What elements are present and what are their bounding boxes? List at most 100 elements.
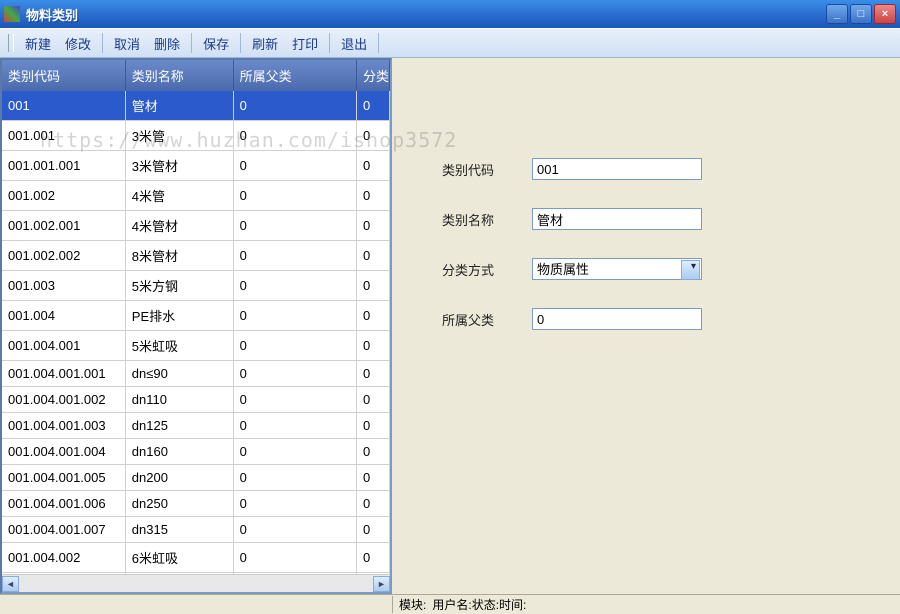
cell-cls: 0 (356, 91, 389, 121)
close-button[interactable]: × (874, 4, 896, 24)
cell-cls: 0 (356, 387, 389, 413)
cell-cls: 0 (356, 331, 389, 361)
table-scroll[interactable]: 类别代码 类别名称 所属父类 分类 001管材00001.0013米管00001… (2, 60, 390, 574)
titlebar: 物料类别 _ □ × (0, 0, 900, 28)
minimize-button[interactable]: _ (826, 4, 848, 24)
cell-code: 001.004.001.007 (2, 517, 125, 543)
cell-cls: 0 (356, 181, 389, 211)
cell-cls: 0 (356, 491, 389, 517)
cell-name: dn≤90 (125, 361, 233, 387)
cell-name: dn315 (125, 517, 233, 543)
maximize-button[interactable]: □ (850, 4, 872, 24)
refresh-button[interactable]: 刷新 (245, 30, 285, 57)
cell-parent: 0 (233, 181, 356, 211)
table-row[interactable]: 001.004.0026米虹吸00 (2, 543, 390, 573)
cell-cls: 0 (356, 151, 389, 181)
scroll-right-icon[interactable]: ► (373, 576, 390, 592)
header-code[interactable]: 类别代码 (2, 60, 125, 91)
print-button[interactable]: 打印 (285, 30, 325, 57)
name-label: 类别名称 (442, 210, 532, 229)
cell-parent: 0 (233, 331, 356, 361)
table-row[interactable]: 001.004.001.007dn31500 (2, 517, 390, 543)
cell-parent: 0 (233, 91, 356, 121)
cell-name: 4米管 (125, 181, 233, 211)
cell-cls: 0 (356, 361, 389, 387)
toolbar-grip (8, 34, 14, 52)
table-row[interactable]: 001.0024米管00 (2, 181, 390, 211)
cell-name: 管材 (125, 91, 233, 121)
cell-parent: 0 (233, 271, 356, 301)
table-row[interactable]: 001.002.0014米管材00 (2, 211, 390, 241)
cell-parent: 0 (233, 241, 356, 271)
cell-code: 001.004 (2, 301, 125, 331)
form-row-method: 分类方式 物质属性 (442, 258, 850, 280)
toolbar-separator (240, 33, 241, 53)
cell-code: 001.002.001 (2, 211, 125, 241)
status-state: 状态: (472, 596, 499, 613)
cell-parent: 0 (233, 413, 356, 439)
header-cls[interactable]: 分类 (356, 60, 389, 91)
cell-name: dn125 (125, 413, 233, 439)
table-row[interactable]: 001.004.001.006dn25000 (2, 491, 390, 517)
cell-name: dn160 (125, 439, 233, 465)
toolbar: 新建 修改 取消 删除 保存 刷新 打印 退出 (0, 28, 900, 58)
table-row[interactable]: 001.0035米方钢00 (2, 271, 390, 301)
table-row[interactable]: 001.004.001.003dn12500 (2, 413, 390, 439)
table-row[interactable]: 001.004.0015米虹吸00 (2, 331, 390, 361)
table-row[interactable]: 001.004PE排水00 (2, 301, 390, 331)
table-row[interactable]: 001.004.001.002dn11000 (2, 387, 390, 413)
horizontal-scrollbar[interactable]: ◄ ► (2, 574, 390, 592)
cell-cls: 0 (356, 517, 389, 543)
parent-label: 所属父类 (442, 310, 532, 329)
category-table: 类别代码 类别名称 所属父类 分类 001管材00001.0013米管00001… (2, 60, 390, 574)
cell-code: 001.004.001.003 (2, 413, 125, 439)
cell-name: dn110 (125, 387, 233, 413)
cell-parent: 0 (233, 301, 356, 331)
cell-name: 3米管材 (125, 151, 233, 181)
code-label: 类别代码 (442, 160, 532, 179)
cell-name: dn200 (125, 465, 233, 491)
cell-name: PE排水 (125, 301, 233, 331)
cell-cls: 0 (356, 439, 389, 465)
cell-parent: 0 (233, 211, 356, 241)
header-name[interactable]: 类别名称 (125, 60, 233, 91)
parent-field[interactable] (532, 308, 702, 330)
cell-cls: 0 (356, 241, 389, 271)
form-row-parent: 所属父类 (442, 308, 850, 330)
table-row[interactable]: 001.004.001.004dn16000 (2, 439, 390, 465)
table-row[interactable]: 001.002.0028米管材00 (2, 241, 390, 271)
table-pane: 类别代码 类别名称 所属父类 分类 001管材00001.0013米管00001… (0, 58, 392, 594)
cell-code: 001.001.001 (2, 151, 125, 181)
code-field[interactable] (532, 158, 702, 180)
form-row-name: 类别名称 (442, 208, 850, 230)
name-field[interactable] (532, 208, 702, 230)
status-user: 用户名: (432, 596, 471, 613)
table-row[interactable]: 001.004.001.001dn≤9000 (2, 361, 390, 387)
cell-cls: 0 (356, 465, 389, 491)
cell-code: 001.003 (2, 271, 125, 301)
cell-name: 8米管材 (125, 241, 233, 271)
table-row[interactable]: 001.001.0013米管材00 (2, 151, 390, 181)
cell-name: 5米虹吸 (125, 331, 233, 361)
cell-name: 5米方钢 (125, 271, 233, 301)
cell-code: 001.002 (2, 181, 125, 211)
method-select[interactable]: 物质属性 (532, 258, 702, 280)
status-time: 时间: (499, 596, 526, 613)
cell-cls: 0 (356, 413, 389, 439)
table-row[interactable]: 001.004.001.005dn20000 (2, 465, 390, 491)
table-row[interactable]: 001.0013米管00 (2, 121, 390, 151)
header-parent[interactable]: 所属父类 (233, 60, 356, 91)
scroll-left-icon[interactable]: ◄ (2, 576, 19, 592)
table-row[interactable]: 001管材00 (2, 91, 390, 121)
cell-cls: 0 (356, 543, 389, 573)
cell-parent: 0 (233, 439, 356, 465)
save-button[interactable]: 保存 (196, 30, 236, 57)
delete-button[interactable]: 删除 (147, 30, 187, 57)
cell-parent: 0 (233, 151, 356, 181)
exit-button[interactable]: 退出 (334, 30, 374, 57)
cell-code: 001.004.001.006 (2, 491, 125, 517)
edit-button[interactable]: 修改 (58, 30, 98, 57)
cell-code: 001.004.001.005 (2, 465, 125, 491)
cancel-button[interactable]: 取消 (107, 30, 147, 57)
new-button[interactable]: 新建 (18, 30, 58, 57)
